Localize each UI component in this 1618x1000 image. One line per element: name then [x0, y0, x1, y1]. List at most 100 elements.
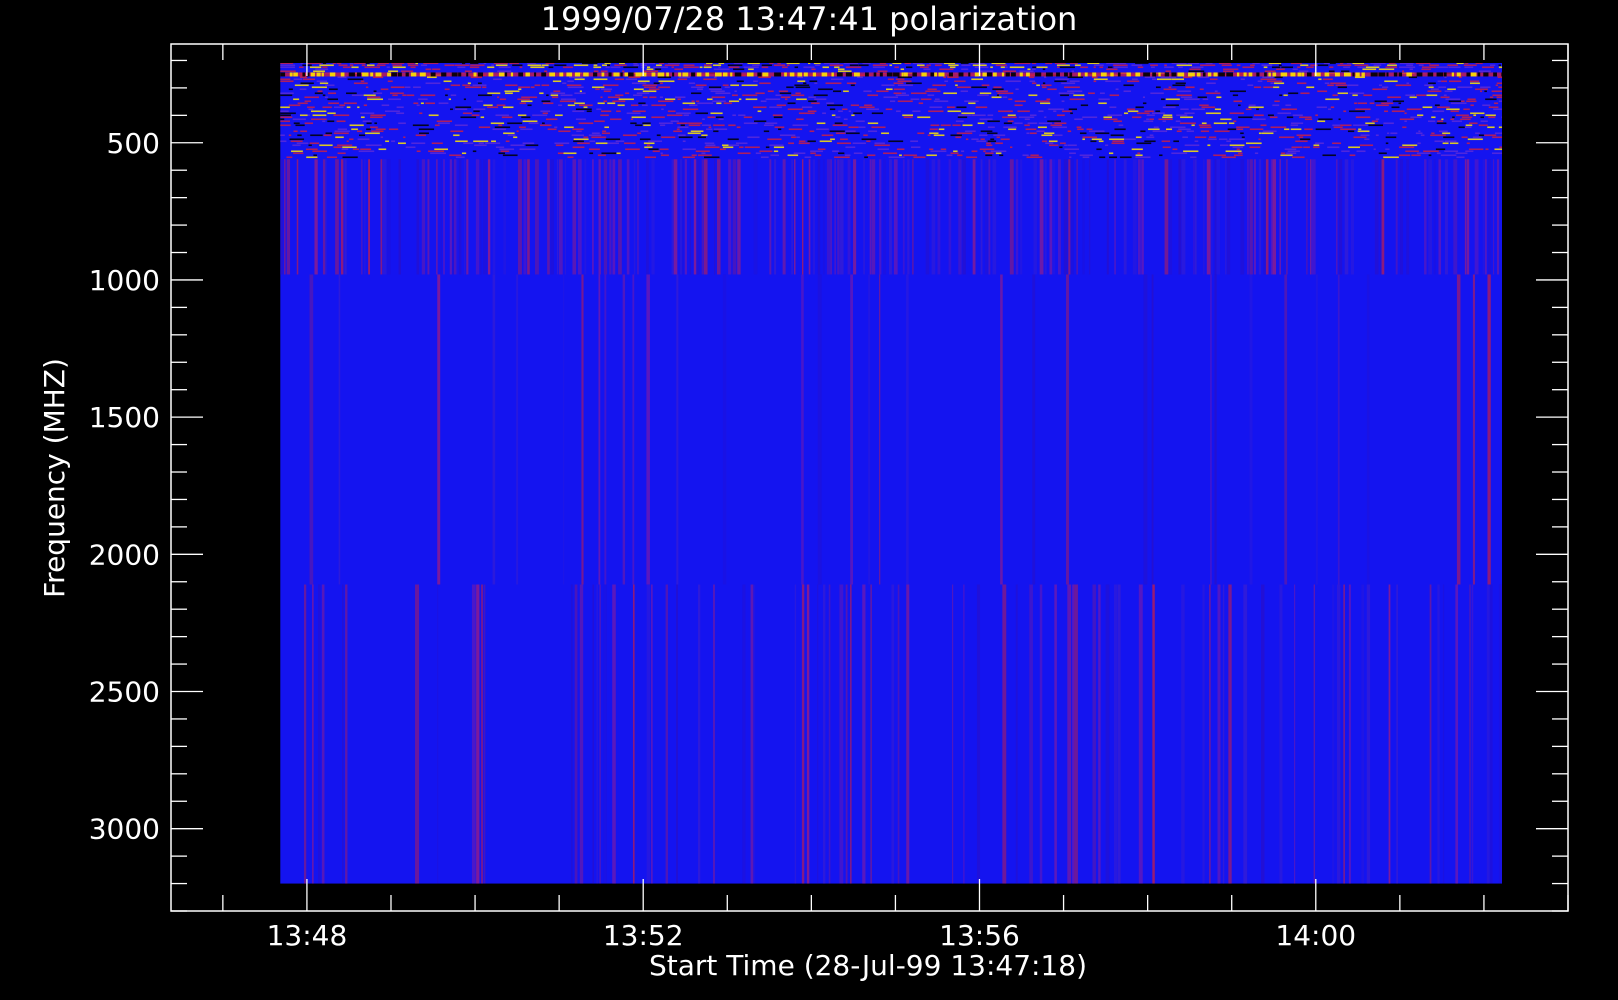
stripe — [1049, 159, 1053, 275]
noise-cell — [827, 104, 843, 107]
noise-cell — [390, 92, 404, 95]
noise-cell — [370, 126, 378, 129]
noise-cell — [919, 66, 929, 69]
noise-cell — [574, 102, 585, 105]
noise-cell — [1029, 132, 1037, 135]
noise-cell — [478, 94, 492, 97]
noise-cell — [1079, 154, 1093, 157]
hot-cell — [1005, 72, 1010, 77]
noise-cell — [349, 124, 364, 127]
noise-cell — [995, 90, 1008, 93]
noise-cell — [1437, 120, 1444, 123]
noise-cell — [443, 80, 452, 83]
noise-cell — [605, 138, 621, 141]
noise-cell — [1050, 124, 1062, 127]
noise-cell — [991, 96, 1002, 99]
noise-cell — [1292, 114, 1303, 117]
noise-cell — [488, 60, 490, 62]
noise-cell — [1140, 130, 1146, 133]
hot-cell — [608, 72, 612, 77]
noise-cell — [910, 140, 919, 143]
noise-cell — [1521, 134, 1524, 136]
noise-cell — [1438, 86, 1447, 89]
hot-cell — [886, 72, 893, 77]
noise-cell — [392, 94, 398, 97]
noise-cell — [866, 108, 880, 111]
noise-cell — [1165, 104, 1179, 107]
noise-cell — [293, 130, 298, 133]
noise-cell — [346, 92, 357, 95]
stripe — [296, 159, 299, 275]
noise-cell — [1375, 104, 1389, 107]
noise-cell — [643, 124, 651, 127]
noise-cell — [420, 102, 424, 105]
noise-cell — [1161, 98, 1165, 101]
noise-cell — [658, 86, 671, 89]
noise-cell — [280, 64, 296, 67]
noise-cell — [365, 144, 382, 147]
noise-cell — [342, 156, 358, 159]
noise-cell — [987, 126, 995, 129]
noise-cell — [1298, 70, 1309, 73]
hot-cell — [1019, 72, 1023, 77]
noise-cell — [1464, 63, 1469, 65]
noise-cell — [490, 122, 505, 125]
noise-cell — [1218, 138, 1228, 141]
noise-cell — [1441, 118, 1444, 121]
hot-cell — [1264, 72, 1267, 77]
noise-cell — [1327, 146, 1340, 149]
noise-cell — [601, 88, 613, 91]
noise-cell — [334, 130, 350, 133]
noise-cell — [683, 64, 695, 67]
noise-cell — [1041, 134, 1053, 137]
noise-cell — [1399, 146, 1415, 149]
noise-cell — [993, 86, 1002, 89]
noise-cell — [1180, 116, 1193, 119]
noise-cell — [528, 60, 538, 62]
noise-cell — [1316, 106, 1327, 109]
noise-cell — [1522, 102, 1525, 104]
noise-cell — [1448, 100, 1461, 103]
noise-cell — [1402, 126, 1407, 129]
noise-cell — [1150, 64, 1158, 67]
noise-cell — [373, 90, 377, 93]
hot-cell — [419, 72, 426, 77]
noise-cell — [335, 136, 344, 139]
noise-cell — [1080, 66, 1088, 69]
noise-cell — [1055, 78, 1069, 81]
noise-cell — [615, 94, 624, 97]
noise-cell — [893, 92, 902, 95]
hot-cell — [498, 72, 505, 77]
stripe — [1469, 584, 1471, 884]
noise-cell — [562, 82, 567, 85]
noise-cell — [1514, 62, 1525, 64]
noise-cell — [550, 94, 559, 97]
noise-cell — [568, 60, 570, 62]
noise-cell — [1383, 156, 1399, 159]
stripe — [535, 159, 539, 275]
noise-cell — [910, 146, 921, 149]
stripe — [1138, 584, 1143, 884]
noise-cell — [1290, 63, 1302, 65]
noise-cell — [430, 152, 446, 155]
noise-cell — [787, 108, 803, 111]
stripe — [1279, 584, 1283, 884]
noise-cell — [512, 64, 523, 67]
noise-cell — [1274, 82, 1285, 85]
noise-cell — [1368, 124, 1384, 127]
noise-cell — [707, 116, 716, 119]
noise-cell — [631, 104, 639, 107]
noise-cell — [657, 76, 672, 79]
stripe — [891, 584, 895, 884]
noise-cell — [706, 63, 713, 65]
stripe — [416, 159, 420, 275]
noise-cell — [337, 60, 350, 62]
noise-cell — [1445, 98, 1461, 101]
noise-cell — [1290, 128, 1302, 131]
noise-cell — [813, 94, 828, 97]
chart-title: 1999/07/28 13:47:41 polarization — [541, 0, 1078, 38]
noise-cell — [1300, 92, 1310, 95]
noise-cell — [1146, 118, 1150, 121]
noise-cell — [1236, 126, 1250, 129]
x-tick-label: 14:00 — [1275, 919, 1356, 952]
